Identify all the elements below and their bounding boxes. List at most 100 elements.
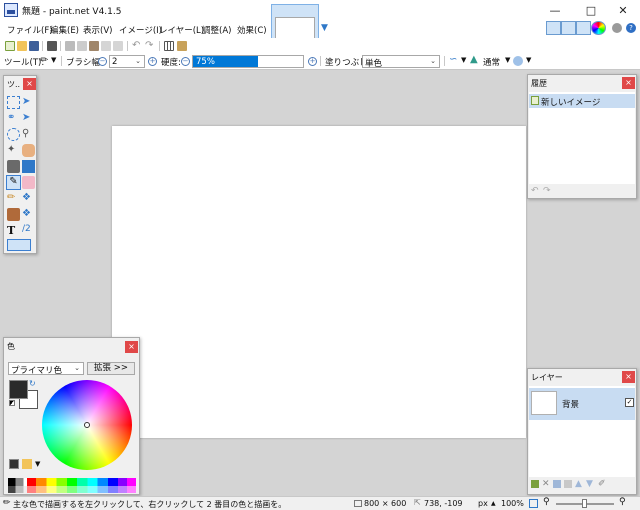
cut-icon[interactable]: [65, 41, 75, 51]
menu-adjust[interactable]: 調整(A): [202, 24, 231, 36]
recolor-icon[interactable]: ❖: [22, 208, 35, 221]
menu-layers[interactable]: レイヤー(L): [159, 24, 204, 36]
undo-icon[interactable]: ↶: [132, 41, 142, 51]
history-item[interactable]: 新しいイメージ: [529, 94, 635, 108]
color-wheel-cursor[interactable]: [84, 422, 90, 428]
antialias-icon[interactable]: ∽: [449, 54, 457, 65]
blend-dropdown-icon[interactable]: ▼: [505, 56, 510, 64]
menu-effects[interactable]: 効果(C): [237, 24, 267, 36]
menu-file[interactable]: ファイル(F): [7, 24, 53, 36]
image-canvas[interactable]: [112, 126, 526, 438]
primary-color-swatch[interactable]: [9, 380, 28, 399]
color-wheel[interactable]: [42, 380, 132, 470]
brush-tool-icon[interactable]: ✏: [40, 55, 48, 66]
maximize-button[interactable]: □: [574, 0, 608, 20]
eraser-icon[interactable]: [22, 176, 35, 189]
layer-row[interactable]: 背景 ✓: [529, 388, 635, 420]
hardness-increase-icon[interactable]: +: [308, 57, 317, 66]
ellipse-select-icon[interactable]: [7, 128, 20, 141]
lasso-icon[interactable]: ⚭: [7, 112, 20, 125]
tools-toggle-icon[interactable]: [546, 21, 561, 35]
rect-select-icon[interactable]: [7, 96, 20, 109]
print-icon[interactable]: [47, 41, 57, 51]
colors-toggle-icon[interactable]: [591, 21, 606, 35]
alpha-dropdown-icon[interactable]: ▼: [526, 56, 531, 64]
text-icon[interactable]: T: [7, 224, 20, 237]
layers-close-button[interactable]: ×: [622, 371, 635, 383]
zoom-value[interactable]: 100%: [501, 499, 524, 508]
add-layer-icon[interactable]: [531, 480, 539, 488]
line-curve-icon[interactable]: ∕2: [22, 224, 35, 237]
grid-icon[interactable]: [164, 41, 174, 51]
reset-colors-icon[interactable]: [9, 400, 15, 406]
gradient-icon[interactable]: [22, 160, 35, 173]
magic-wand-icon[interactable]: ✦: [7, 144, 20, 157]
blend-mode-icon[interactable]: ▲: [470, 54, 478, 65]
brush-width-increase-icon[interactable]: +: [148, 57, 157, 66]
paste-icon[interactable]: [89, 41, 99, 51]
zoom-slider-thumb[interactable]: [582, 499, 587, 508]
layer-properties-icon[interactable]: ✐: [598, 479, 606, 489]
alpha-blending-icon[interactable]: [513, 56, 523, 66]
shapes-icon[interactable]: [7, 239, 31, 251]
layers-toggle-icon[interactable]: [576, 21, 591, 35]
redo-icon[interactable]: ↷: [145, 41, 155, 51]
history-redo-icon[interactable]: ↷: [543, 186, 551, 196]
palette-icon[interactable]: [9, 459, 19, 469]
close-button[interactable]: ✕: [606, 0, 640, 20]
duplicate-layer-icon[interactable]: [553, 480, 561, 488]
fill-select[interactable]: 単色 ⌄: [362, 55, 440, 68]
new-icon[interactable]: [5, 41, 15, 51]
swap-colors-icon[interactable]: ↻: [29, 379, 36, 388]
menu-image[interactable]: イメージ(I): [119, 24, 162, 36]
pan-icon[interactable]: [22, 144, 35, 157]
tab-dropdown-icon[interactable]: ▼: [321, 23, 328, 33]
clone-stamp-icon[interactable]: [7, 208, 20, 221]
move-selected-icon[interactable]: ➤: [22, 112, 35, 125]
hardness-decrease-icon[interactable]: −: [181, 57, 190, 66]
units-dropdown-icon[interactable]: ▲: [491, 500, 496, 507]
zoom-out-icon[interactable]: ⚲: [543, 497, 550, 507]
blend-mode-value[interactable]: 通常: [483, 56, 500, 68]
palette-dropdown-icon[interactable]: ▼: [35, 460, 40, 468]
copy-icon[interactable]: [77, 41, 87, 51]
paintbrush-icon[interactable]: ✎: [6, 175, 21, 190]
history-toggle-icon[interactable]: [561, 21, 576, 35]
delete-layer-icon[interactable]: ✕: [542, 479, 550, 489]
color-mode-select[interactable]: プライマリ色 ⌄: [8, 362, 84, 375]
brush-width-decrease-icon[interactable]: −: [98, 57, 107, 66]
zoom-in-icon[interactable]: ⚲: [619, 497, 626, 507]
hardness-slider[interactable]: 75%: [192, 55, 304, 68]
brush-width-select[interactable]: 2 ⌄: [109, 55, 145, 68]
layer-visibility-checkbox[interactable]: ✓: [625, 398, 634, 407]
tools-close-button[interactable]: ×: [23, 78, 36, 90]
move-layer-down-icon[interactable]: ▼: [586, 479, 593, 489]
zoom-icon[interactable]: ⚲: [22, 128, 35, 141]
history-close-button[interactable]: ×: [622, 77, 635, 89]
zoom-fit-icon[interactable]: [529, 499, 538, 508]
menu-view[interactable]: 表示(V): [83, 24, 112, 36]
palette-row-1[interactable]: [8, 478, 136, 486]
paint-bucket-icon[interactable]: [7, 160, 20, 173]
move-layer-up-icon[interactable]: ▲: [575, 479, 582, 489]
colors-close-button[interactable]: ×: [125, 341, 138, 353]
open-icon[interactable]: [17, 41, 27, 51]
merge-layer-icon[interactable]: [564, 480, 572, 488]
menu-edit[interactable]: 編集(E): [50, 24, 79, 36]
minimize-button[interactable]: —: [538, 0, 572, 20]
expand-button[interactable]: 拡張 >>: [87, 362, 135, 375]
ruler-icon[interactable]: [177, 41, 187, 51]
crop-icon[interactable]: [113, 41, 123, 51]
palette-row-2[interactable]: [8, 486, 136, 493]
antialias-dropdown-icon[interactable]: ▼: [461, 56, 466, 64]
units-select[interactable]: px: [478, 499, 488, 508]
color-picker-icon[interactable]: ❖: [22, 192, 35, 205]
settings-icon[interactable]: [612, 23, 622, 33]
move-selection-icon[interactable]: ➤: [22, 96, 35, 109]
history-undo-icon[interactable]: ↶: [531, 186, 539, 196]
save-icon[interactable]: [29, 41, 39, 51]
paste-new-icon[interactable]: [101, 41, 111, 51]
help-icon[interactable]: ?: [626, 23, 636, 33]
tool-dropdown-icon[interactable]: ▼: [51, 56, 56, 64]
palette-folder-icon[interactable]: [22, 459, 32, 469]
